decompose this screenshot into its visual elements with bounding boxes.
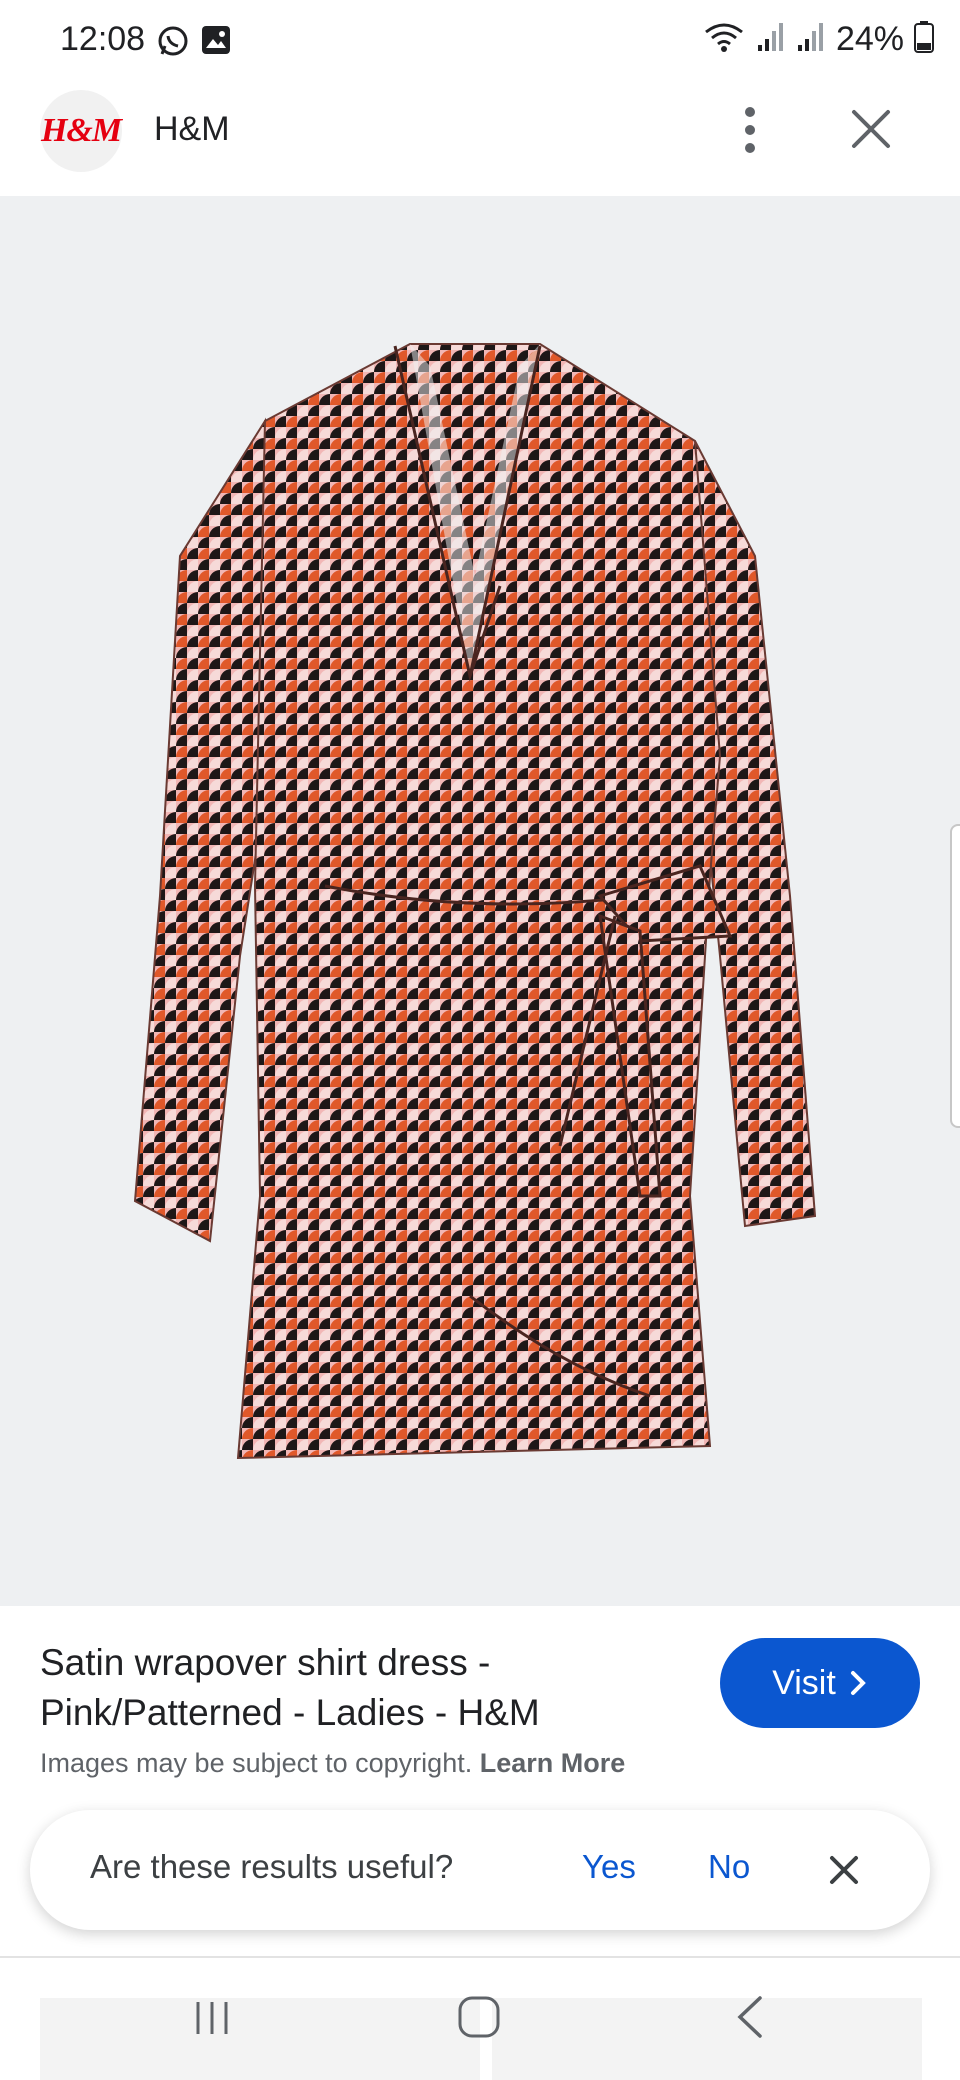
status-bar: 12:08 24% [0, 0, 960, 86]
feedback-close-button[interactable] [826, 1852, 862, 1888]
learn-more-link[interactable]: Learn More [480, 1748, 626, 1778]
back-button[interactable] [732, 1994, 768, 2040]
dress-image [133, 343, 817, 1460]
close-icon [830, 1856, 858, 1884]
feedback-card: Are these results useful? Yes No [30, 1810, 930, 1930]
signal-icon [796, 21, 826, 58]
system-nav-bar [0, 1986, 960, 2066]
chevron-right-icon [850, 1671, 866, 1695]
site-name: H&M [154, 110, 230, 148]
more-vert-icon [745, 107, 755, 153]
copyright-notice: Images may be subject to copyright. Lear… [40, 1748, 625, 1779]
status-right-group: 24% [702, 20, 934, 59]
status-time: 12:08 [60, 20, 146, 58]
recent-apps-button[interactable] [190, 1996, 234, 2040]
visit-label: Visit [772, 1663, 836, 1702]
feedback-question: Are these results useful? [90, 1848, 454, 1885]
feedback-yes-button[interactable]: Yes [582, 1848, 636, 1886]
home-button[interactable] [456, 1994, 502, 2040]
product-title[interactable]: Satin wrapover shirt dress - Pink/Patter… [40, 1638, 680, 1738]
logo-text: H&M [40, 112, 122, 149]
site-header: H&M H&M [0, 86, 960, 196]
scroll-handle[interactable] [950, 824, 960, 1128]
home-icon [458, 1996, 500, 2038]
battery-icon [914, 21, 934, 58]
back-chevron-icon [737, 1996, 762, 2038]
close-button[interactable] [846, 104, 896, 154]
whatsapp-icon [156, 24, 190, 63]
gallery-icon [200, 24, 232, 61]
feedback-no-button[interactable]: No [708, 1848, 750, 1886]
result-info: Satin wrapover shirt dress - Pink/Patter… [0, 1606, 960, 1956]
recent-apps-icon [196, 2002, 228, 2034]
close-icon [852, 110, 890, 148]
more-options-button[interactable] [730, 98, 770, 168]
battery-percent: 24% [835, 20, 904, 58]
signal-icon [756, 21, 786, 58]
copyright-text: Images may be subject to copyright. [40, 1748, 473, 1778]
wifi-icon [702, 20, 746, 59]
hm-logo: H&M [40, 90, 122, 172]
visit-button[interactable]: Visit [720, 1638, 920, 1728]
product-image-area[interactable] [0, 196, 960, 1606]
